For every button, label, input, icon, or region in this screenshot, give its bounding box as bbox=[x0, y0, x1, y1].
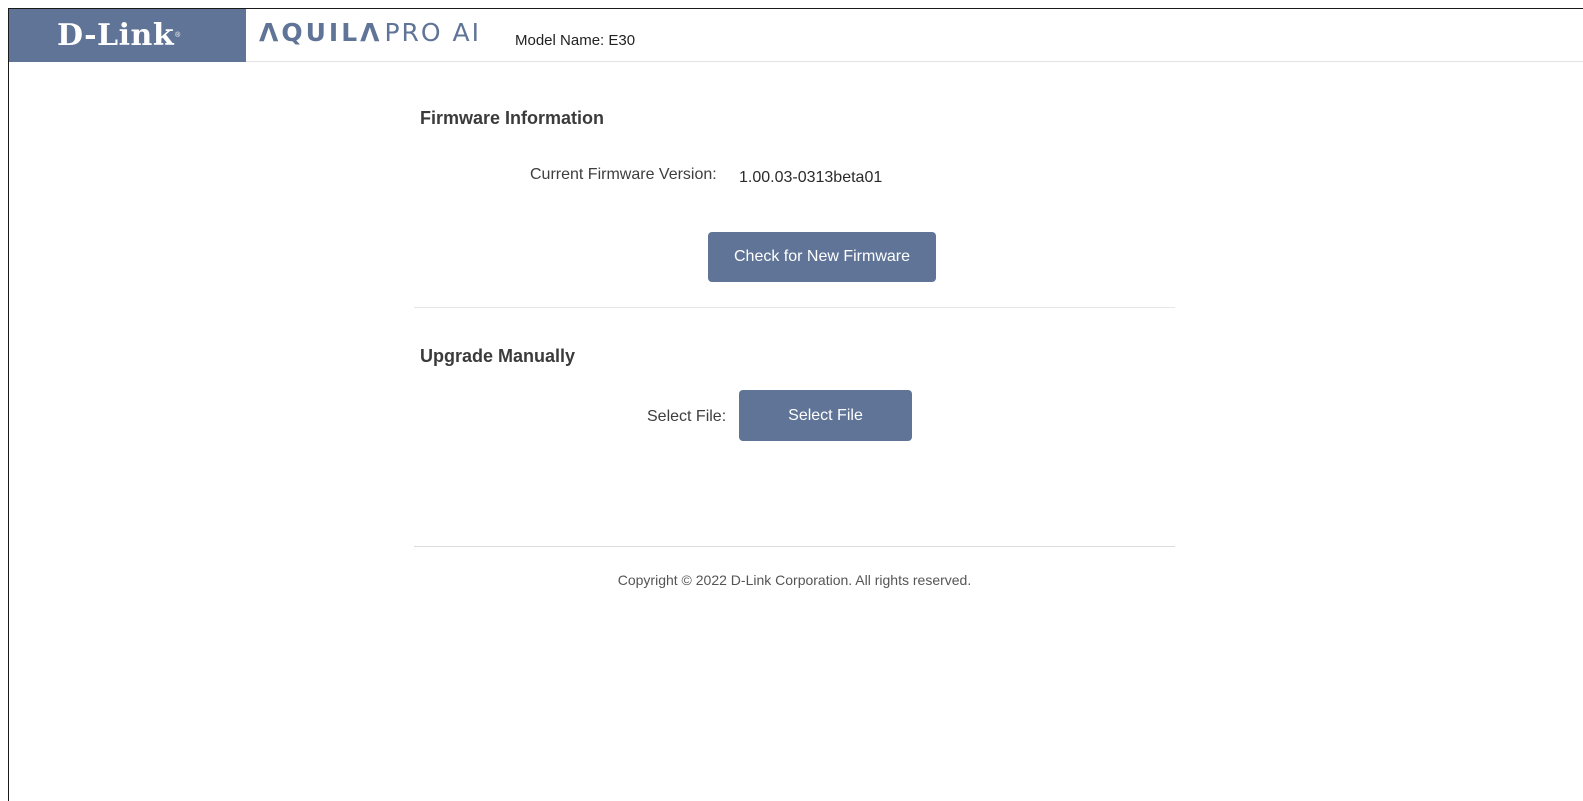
brand-pro-ai: PRO AI bbox=[384, 18, 482, 47]
logo-text: D-Link bbox=[57, 17, 175, 53]
logo-registered-mark: ® bbox=[175, 32, 181, 39]
section-divider bbox=[414, 307, 1175, 308]
dlink-logo[interactable]: D-Link ® bbox=[9, 9, 246, 62]
model-name: Model Name: E30 bbox=[515, 32, 636, 49]
copyright-text: Copyright © 2022 D-Link Corporation. All… bbox=[617, 572, 972, 588]
select-file-label: Select File: bbox=[647, 408, 727, 425]
check-new-firmware-button[interactable]: Check for New Firmware bbox=[708, 232, 936, 282]
current-firmware-label: Current Firmware Version: bbox=[530, 166, 717, 183]
select-file-button[interactable]: Select File bbox=[739, 390, 912, 441]
footer-divider bbox=[414, 546, 1175, 547]
firmware-information-title: Firmware Information bbox=[420, 108, 605, 128]
upgrade-manually-title: Upgrade Manually bbox=[420, 346, 576, 366]
product-brand: ΛQUILΛ PRO AI bbox=[259, 18, 481, 47]
brand-aquila: ΛQUILΛ bbox=[259, 18, 383, 47]
page-frame: D-Link ® ΛQUILΛ PRO AI Model Name: E30 Fi… bbox=[8, 8, 1583, 801]
header-bar: D-Link ® ΛQUILΛ PRO AI Model Name: E30 bbox=[9, 9, 1583, 62]
current-firmware-value: 1.00.03-0313beta01 bbox=[739, 169, 883, 186]
